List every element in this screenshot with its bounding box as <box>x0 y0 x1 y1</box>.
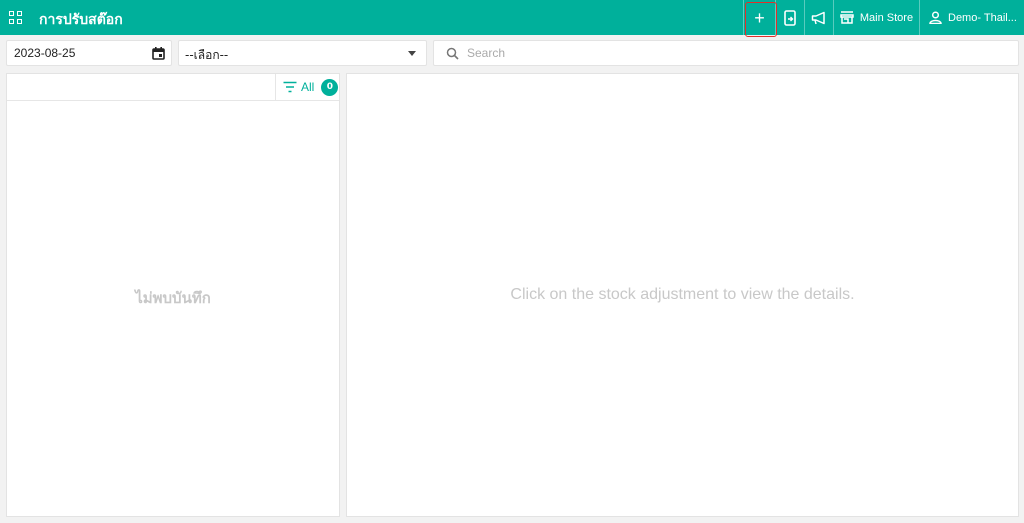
top-actions: + Main Store Demo- Thail... <box>743 0 1024 37</box>
detail-hint-text: Click on the stock adjustment to view th… <box>510 286 855 303</box>
user-menu[interactable]: Demo- Thail... <box>919 0 1024 35</box>
user-label: Demo- Thail... <box>948 11 1017 24</box>
megaphone-icon <box>811 11 825 24</box>
store-label: Main Store <box>859 11 914 24</box>
plus-icon: + <box>754 7 765 28</box>
store-icon <box>840 11 854 24</box>
search-input[interactable] <box>467 44 1007 62</box>
store-selector[interactable]: Main Store <box>833 0 919 35</box>
search-bar[interactable] <box>433 40 1019 66</box>
empty-state-text: ไม่พบบันทึก <box>135 289 211 307</box>
category-select[interactable]: --เลือก-- <box>178 40 427 66</box>
top-bar: การปรับสต๊อก + Main Store Demo- Thail... <box>0 0 1024 37</box>
mobile-export-icon <box>784 9 796 26</box>
announcement-button[interactable] <box>804 0 833 35</box>
search-icon <box>446 47 459 60</box>
calendar-icon[interactable] <box>152 47 165 60</box>
select-value: --เลือก-- <box>185 48 229 62</box>
apps-grid-icon[interactable] <box>9 11 23 25</box>
adjustment-list-panel: All 0 ไม่พบบันทึก <box>6 73 340 517</box>
page-title: การปรับสต๊อก <box>39 12 123 28</box>
chevron-down-icon <box>408 51 416 56</box>
detail-panel: Click on the stock adjustment to view th… <box>346 73 1019 517</box>
add-adjustment-button[interactable]: + <box>743 0 777 37</box>
user-icon <box>929 11 942 24</box>
date-picker[interactable]: 2023-08-25 <box>6 40 172 66</box>
filter-label: All <box>301 80 315 94</box>
filter-icon <box>283 81 297 93</box>
date-value: 2023-08-25 <box>14 46 76 60</box>
filter-toolbar: 2023-08-25 --เลือก-- <box>0 40 1024 67</box>
mobile-export-button[interactable] <box>775 0 804 35</box>
list-header: All 0 <box>7 74 339 101</box>
count-badge: 0 <box>321 78 339 96</box>
filter-all-button[interactable]: All 0 <box>275 74 339 100</box>
